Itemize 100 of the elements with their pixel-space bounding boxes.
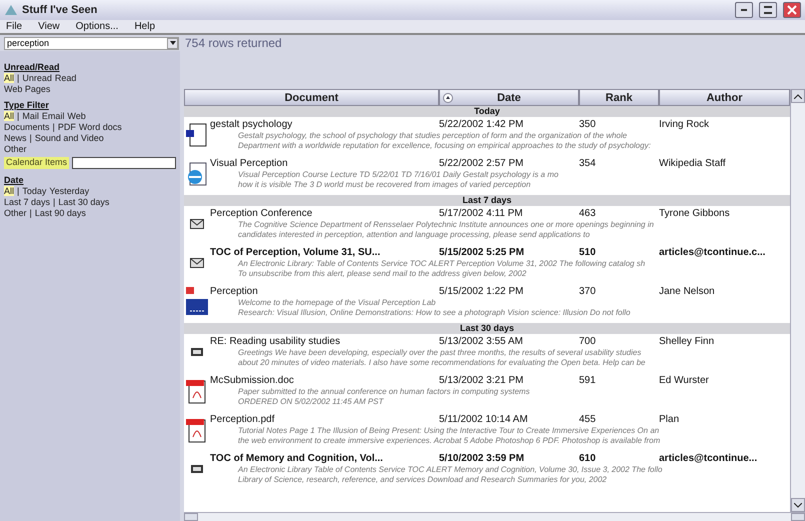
date-cell-text: 5/13/2002 3:21 PM — [439, 375, 525, 387]
filter-link[interactable]: Read — [54, 73, 76, 83]
group-header: Last 30 days — [184, 323, 790, 334]
summary-text: how it is visible The 3 D world must be recovered from images of varied perception — [237, 180, 532, 190]
filter-link[interactable]: Unread — [22, 73, 52, 83]
document-title[interactable]: TOC of Memory and Cognition, Vol... — [210, 453, 439, 465]
column-header[interactable]: Document — [184, 89, 439, 106]
filter-link[interactable]: All — [4, 186, 14, 196]
author-cell-text: Ed Wurster — [659, 375, 710, 387]
summary-text: ORDERED ON 5/02/2002 11:45 AM PST — [237, 397, 385, 407]
summary-text: Visual Perception Course Lecture TD 5/22/01 TD 7/16/01 Daily Gestalt psychology is a mo — [237, 170, 560, 180]
rank-cell-text: 610 — [579, 453, 597, 465]
filter-link[interactable]: All — [4, 111, 14, 121]
filter-link[interactable]: Today — [22, 186, 46, 196]
filter-link[interactable]: Other — [4, 144, 27, 154]
summary-text: Welcome to the homepage of the Visual Perception Lab — [237, 298, 437, 308]
minimize-icon — [741, 9, 747, 11]
menu-item[interactable]: Options... — [76, 21, 118, 32]
document-title[interactable]: Perception — [210, 286, 439, 298]
rank-cell-text: 455 — [579, 414, 597, 426]
date-cell-text: 5/22/2002 2:57 PM — [439, 158, 525, 170]
author-cell-text: Tyrone Gibbons — [659, 208, 731, 220]
filter-link[interactable]: Web — [67, 111, 86, 121]
rank-cell-text: 350 — [579, 119, 597, 131]
filter-link[interactable]: PDF — [58, 122, 76, 132]
separator: | — [17, 186, 20, 196]
vertical-scrollbar[interactable] — [790, 89, 805, 512]
query-dropdown[interactable]: perception — [4, 36, 179, 50]
minimize-button[interactable] — [735, 2, 753, 18]
sort-icon — [443, 93, 453, 103]
filter-link[interactable]: Mail — [22, 111, 39, 121]
filter-input[interactable] — [72, 157, 176, 169]
summary-text: about 20 minutes of video materials. I also have some recommendations for evaluating the Open beta. Help can be — [237, 358, 646, 368]
summary-text: Tutorial Notes Page 1 The Illusion of Being Present: Using the Interactive Tour to Create Immersive Experiences On an — [237, 426, 660, 436]
envelope-icon — [190, 258, 204, 268]
filter-link[interactable]: Documents — [4, 122, 50, 132]
column-header[interactable]: Author — [659, 89, 790, 106]
chevron-up-icon — [794, 94, 802, 98]
document-title[interactable]: Perception Conference — [210, 208, 439, 220]
menu-item[interactable]: File — [6, 21, 22, 32]
filter-heading: Unread/Read — [4, 62, 61, 72]
maximize-button[interactable] — [759, 2, 777, 18]
date-cell-text: 5/13/2002 3:55 AM — [439, 336, 524, 348]
dropdown-button[interactable] — [167, 38, 178, 48]
date-cell-text: 5/17/2002 4:11 PM — [439, 208, 524, 220]
filter-link[interactable]: Other — [4, 208, 27, 218]
filter-link[interactable]: Email — [42, 111, 64, 121]
summary-text: the web environment to create immersive experiences. Acrobat 5 Adobe Photoshop 6 PDF. Photoshop is available from — [237, 436, 662, 446]
document-title[interactable]: RE: Reading usability studies — [210, 336, 439, 348]
filter-link[interactable]: News — [4, 133, 27, 143]
summary-text: The Cognitive Science Department of Rensselaer Polytechnic Institute announces one or more openings beginning in — [237, 220, 655, 230]
column-header[interactable]: Date — [439, 89, 579, 106]
document-title[interactable]: McSubmission.doc — [210, 375, 439, 387]
summary-text: Library of Science, research, reference, and services Download and Research Summaries for you, 2002 — [237, 475, 608, 485]
summary-text: Greetings We have been developing, especially over the past three months, the results of several usability studies — [237, 348, 642, 358]
filter-link[interactable]: Web Pages — [4, 84, 50, 94]
author-cell-text: articles@tcontinue.c... — [659, 247, 766, 259]
summary-text: Gestalt psychology, the school of psychology that studies perception of form and the organization of the whole — [237, 131, 628, 141]
document-title[interactable]: gestalt psychology — [210, 119, 439, 131]
filter-link[interactable]: Last 30 days — [58, 197, 110, 207]
document-icon — [191, 464, 203, 474]
rank-cell-text: 591 — [579, 375, 597, 387]
rank-cell-text: 370 — [579, 286, 597, 298]
author-cell-text: Irving Rock — [659, 119, 710, 131]
summary-text: To unsubscribe from this alert, please send mail to the address given below, 2002 — [237, 269, 528, 279]
separator: | — [30, 133, 32, 143]
window-title: Stuff I've Seen — [22, 4, 98, 16]
summary-text: candidates interested in perception, attention and language processing, please send applications to — [237, 230, 591, 240]
author-cell-text: Jane Nelson — [659, 286, 716, 298]
document-title[interactable]: Perception.pdf — [210, 414, 439, 426]
separator: | — [52, 122, 55, 132]
filter-link[interactable]: Yesterday — [49, 186, 90, 196]
scroll-down-button[interactable] — [791, 498, 805, 512]
document-title[interactable]: TOC of Perception, Volume 31, SU... — [210, 247, 439, 259]
column-header[interactable]: Rank — [579, 89, 659, 106]
results-count: 754 rows returned — [185, 36, 282, 50]
filter-link[interactable]: Last 90 days — [34, 208, 86, 218]
filter-link[interactable]: Word docs — [78, 122, 122, 132]
filter-heading: Date — [4, 175, 25, 185]
caret-icon — [170, 41, 176, 45]
document-icon — [191, 347, 203, 357]
document-title[interactable]: Visual Perception — [210, 158, 439, 170]
separator: | — [30, 208, 32, 218]
filter-link[interactable]: Last 7 days — [4, 197, 50, 207]
author-cell-text: Wikipedia Staff — [659, 158, 727, 170]
summary-text: Paper submitted to the annual conference on human factors in computing systems — [237, 387, 531, 397]
rank-cell-text: 510 — [579, 247, 597, 259]
app-icon — [4, 4, 18, 16]
rank-cell-text: 463 — [579, 208, 597, 220]
close-button[interactable] — [783, 2, 801, 18]
summary-text: An Electronic Library Table of Contents Service TOC ALERT Memory and Cognition, Volume 30, Issue 3, 2002 The follo — [236, 465, 664, 475]
scroll-up-button[interactable] — [791, 89, 805, 103]
author-cell-text: articles@tcontinue... — [659, 453, 758, 465]
author-cell-text: Shelley Finn — [659, 336, 716, 348]
filter-link[interactable]: All — [4, 73, 14, 83]
separator: | — [17, 111, 20, 121]
menu-item[interactable]: View — [38, 21, 60, 32]
filter-link[interactable]: Sound and Video — [34, 133, 104, 143]
menu-item[interactable]: Help — [134, 21, 156, 32]
date-cell-text: 5/15/2002 1:22 PM — [439, 286, 525, 298]
